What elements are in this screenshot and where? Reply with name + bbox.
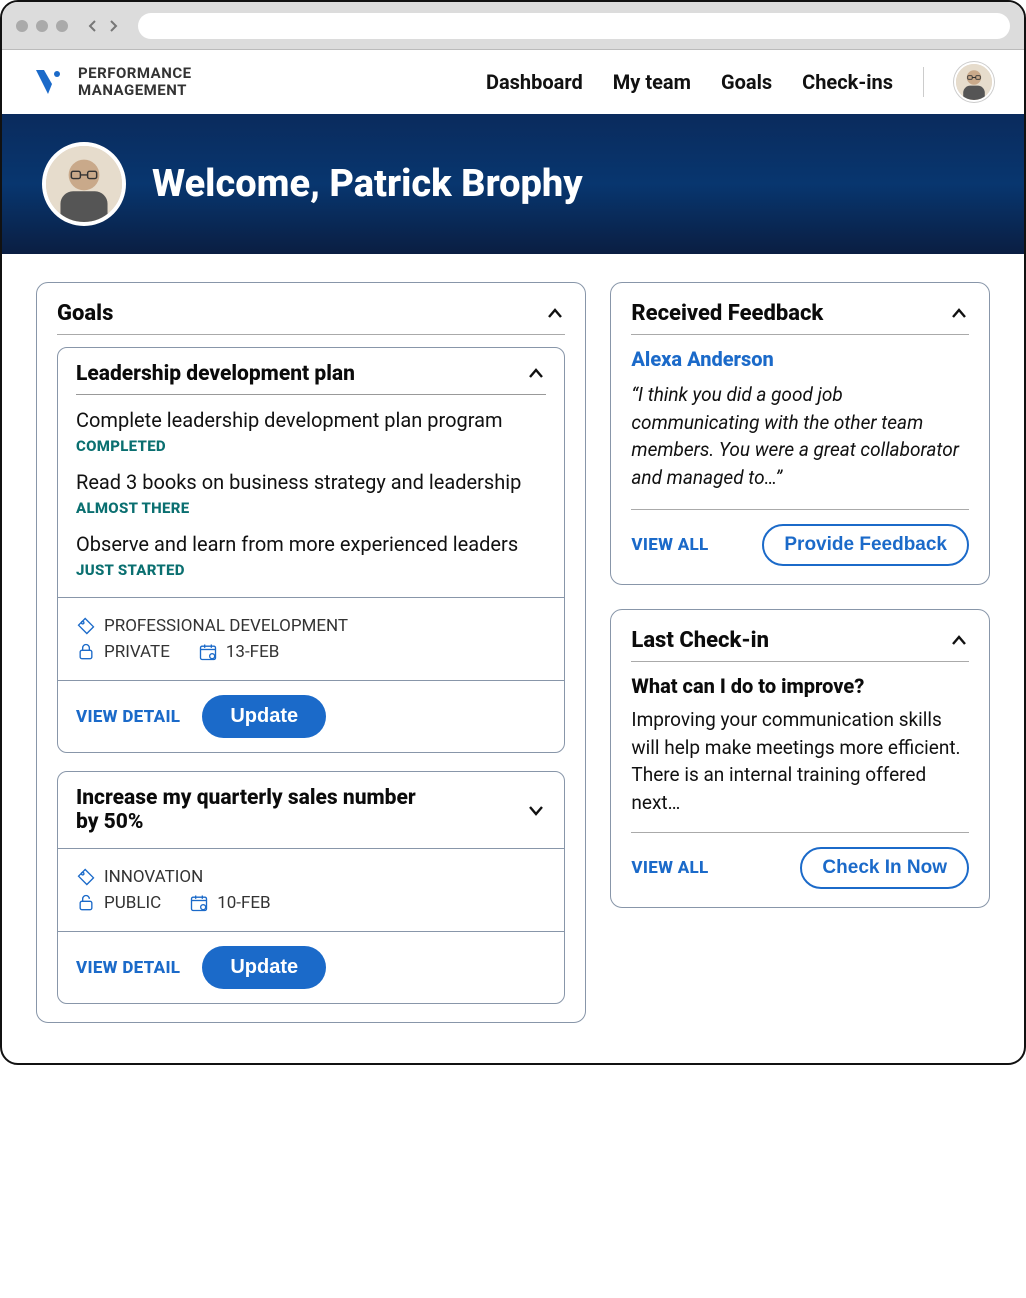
tag-icon xyxy=(76,616,96,636)
nav-myteam[interactable]: My team xyxy=(613,70,691,94)
chevron-up-icon xyxy=(545,304,565,324)
goals-card: Goals Leadership development plan Comple… xyxy=(36,282,586,1023)
forward-icon[interactable] xyxy=(106,19,120,33)
nav-divider xyxy=(923,67,924,97)
nav-goals[interactable]: Goals xyxy=(721,70,772,94)
window-close-dot[interactable] xyxy=(16,20,28,32)
goal-actions: VIEW DETAIL Update xyxy=(58,931,564,1003)
feedback-card-header[interactable]: Received Feedback xyxy=(631,301,969,335)
update-button[interactable]: Update xyxy=(202,695,326,738)
brand-logo-icon xyxy=(32,66,64,98)
goals-title: Goals xyxy=(57,301,113,326)
avatar-icon xyxy=(956,64,992,100)
goals-column: Goals Leadership development plan Comple… xyxy=(36,282,586,1023)
goal-actions: VIEW DETAIL Update xyxy=(58,680,564,752)
goal-item-text: Observe and learn from more experienced … xyxy=(76,531,546,557)
chevron-up-icon xyxy=(949,304,969,324)
checkin-actions: VIEW ALL Check In Now xyxy=(631,832,969,889)
goal-visibility: PRIVATE xyxy=(104,642,170,662)
goal-tag: PROFESSIONAL DEVELOPMENT xyxy=(104,616,348,636)
checkin-body: Improving your communication skills will… xyxy=(631,706,969,816)
hero-avatar xyxy=(42,142,126,226)
back-icon[interactable] xyxy=(86,19,100,33)
calendar-icon xyxy=(189,893,209,913)
hero-title: Welcome, Patrick Brophy xyxy=(152,162,583,206)
goal-item: Read 3 books on business strategy and le… xyxy=(76,469,546,517)
update-button[interactable]: Update xyxy=(202,946,326,989)
goals-card-header[interactable]: Goals xyxy=(57,301,565,335)
brand-line2: MANAGEMENT xyxy=(78,82,192,99)
hero-banner: Welcome, Patrick Brophy xyxy=(2,114,1024,254)
browser-toolbar xyxy=(2,2,1024,50)
calendar-icon xyxy=(198,642,218,662)
chevron-up-icon xyxy=(526,364,546,384)
nav-links: Dashboard My team Goals Check-ins xyxy=(486,62,994,102)
feedback-title: Received Feedback xyxy=(631,301,823,326)
goal-item-text: Complete leadership development plan pro… xyxy=(76,407,546,433)
view-detail-link[interactable]: VIEW DETAIL xyxy=(76,958,180,978)
avatar-menu[interactable] xyxy=(954,62,994,102)
provide-feedback-button[interactable]: Provide Feedback xyxy=(762,524,969,566)
goal-date: 10-FEB xyxy=(217,893,270,913)
checkin-question: What can I do to improve? xyxy=(631,674,969,698)
right-column: Received Feedback Alexa Anderson “I thin… xyxy=(610,282,990,908)
brand-text: PERFORMANCE MANAGEMENT xyxy=(78,65,192,100)
view-detail-link[interactable]: VIEW DETAIL xyxy=(76,707,180,727)
checkin-title: Last Check-in xyxy=(631,628,769,653)
checkin-card: Last Check-in What can I do to improve? … xyxy=(610,609,990,908)
goal-status: JUST STARTED xyxy=(76,561,546,579)
window-controls xyxy=(16,20,68,32)
feedback-actions: VIEW ALL Provide Feedback xyxy=(631,509,969,566)
feedback-card: Received Feedback Alexa Anderson “I thin… xyxy=(610,282,990,585)
goal-visibility: PUBLIC xyxy=(104,893,161,913)
goal-card-header[interactable]: Leadership development plan xyxy=(76,362,546,395)
goal-card-leadership: Leadership development plan Complete lea… xyxy=(57,347,565,753)
window-min-dot[interactable] xyxy=(36,20,48,32)
goal-card-sales: Increase my quarterly sales number by 50… xyxy=(57,771,565,1004)
nav-checkins[interactable]: Check-ins xyxy=(802,70,893,94)
goal-meta: INNOVATION PUBLIC 10-FEB xyxy=(58,848,564,931)
tag-icon xyxy=(76,867,96,887)
address-bar[interactable] xyxy=(138,13,1010,39)
browser-frame: PERFORMANCE MANAGEMENT Dashboard My team… xyxy=(0,0,1026,1065)
goal-meta: PROFESSIONAL DEVELOPMENT PRIVATE 13-FEB xyxy=(58,597,564,680)
goal-status: COMPLETED xyxy=(76,437,546,455)
brand-line1: PERFORMANCE xyxy=(78,65,192,82)
view-all-link[interactable]: VIEW ALL xyxy=(631,535,708,555)
checkin-card-header[interactable]: Last Check-in xyxy=(631,628,969,662)
dashboard-content: Goals Leadership development plan Comple… xyxy=(2,254,1024,1063)
chevron-down-icon xyxy=(526,800,546,820)
lock-icon xyxy=(76,642,96,662)
feedback-from[interactable]: Alexa Anderson xyxy=(631,347,969,371)
nav-arrows xyxy=(78,19,128,33)
goal-title: Increase my quarterly sales number by 50… xyxy=(76,786,416,834)
goal-title: Leadership development plan xyxy=(76,362,355,386)
goal-date: 13-FEB xyxy=(226,642,279,662)
chevron-up-icon xyxy=(949,631,969,651)
avatar-icon xyxy=(46,146,122,222)
lock-open-icon xyxy=(76,893,96,913)
goal-item: Observe and learn from more experienced … xyxy=(76,531,546,579)
top-nav: PERFORMANCE MANAGEMENT Dashboard My team… xyxy=(2,50,1024,114)
goal-item: Complete leadership development plan pro… xyxy=(76,407,546,455)
goal-tag: INNOVATION xyxy=(104,867,203,887)
goal-status: ALMOST THERE xyxy=(76,499,546,517)
check-in-now-button[interactable]: Check In Now xyxy=(800,847,969,889)
goal-card-header[interactable]: Increase my quarterly sales number by 50… xyxy=(58,772,564,848)
nav-dashboard[interactable]: Dashboard xyxy=(486,70,583,94)
feedback-quote: “I think you did a good job communicatin… xyxy=(631,381,969,491)
goal-item-text: Read 3 books on business strategy and le… xyxy=(76,469,546,495)
window-max-dot[interactable] xyxy=(56,20,68,32)
brand: PERFORMANCE MANAGEMENT xyxy=(32,65,192,100)
view-all-link[interactable]: VIEW ALL xyxy=(631,858,708,878)
